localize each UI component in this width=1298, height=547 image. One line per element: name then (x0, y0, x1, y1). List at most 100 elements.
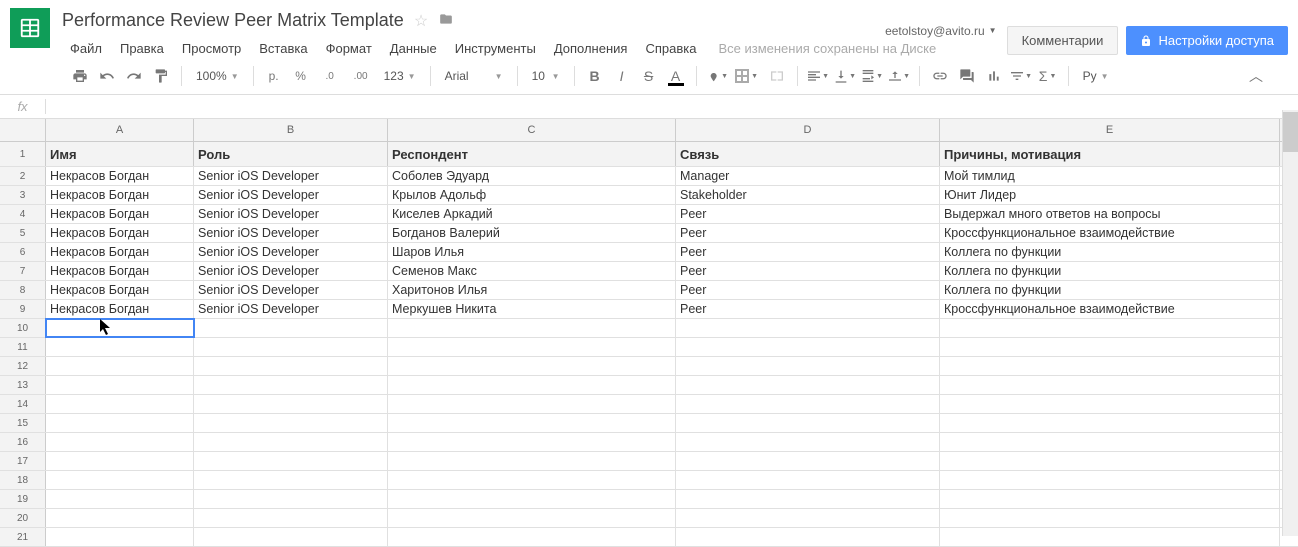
folder-icon[interactable] (438, 10, 454, 31)
cell[interactable] (940, 452, 1280, 470)
italic-button[interactable]: I (610, 64, 634, 88)
cell[interactable] (940, 338, 1280, 356)
collapse-toolbar-icon[interactable]: ︿ (1244, 64, 1268, 88)
percent-button[interactable]: % (289, 64, 313, 88)
cell[interactable] (194, 433, 388, 451)
zoom-dropdown[interactable]: 100%▼ (190, 64, 245, 88)
comments-button[interactable]: Комментарии (1007, 26, 1119, 55)
cell[interactable] (940, 490, 1280, 508)
cell[interactable] (46, 528, 194, 546)
cell[interactable] (46, 357, 194, 375)
cell[interactable] (388, 319, 676, 337)
cell[interactable]: Peer (676, 281, 940, 299)
cell[interactable] (388, 509, 676, 527)
cell[interactable] (194, 490, 388, 508)
input-language-dropdown[interactable]: Ру▼ (1077, 64, 1115, 88)
menu-format[interactable]: Формат (318, 37, 380, 60)
table-row[interactable]: 2Некрасов БогданSenior iOS DeveloperСобо… (0, 167, 1298, 186)
cell[interactable] (940, 376, 1280, 394)
cell[interactable]: Некрасов Богдан (46, 300, 194, 318)
cell[interactable] (194, 452, 388, 470)
table-row[interactable]: 20 (0, 509, 1298, 528)
cell[interactable] (388, 376, 676, 394)
insert-chart-icon[interactable] (982, 64, 1006, 88)
cell[interactable]: Stakeholder (676, 186, 940, 204)
cell[interactable] (46, 509, 194, 527)
cell[interactable] (46, 433, 194, 451)
cell[interactable] (676, 376, 940, 394)
table-row[interactable]: 9Некрасов БогданSenior iOS DeveloperМерк… (0, 300, 1298, 319)
cell[interactable] (388, 414, 676, 432)
cell[interactable]: Роль (194, 142, 388, 166)
cell[interactable]: Peer (676, 224, 940, 242)
row-header[interactable]: 21 (0, 528, 46, 546)
vertical-scrollbar[interactable] (1282, 110, 1298, 536)
text-wrap-button[interactable]: ▼ (860, 64, 884, 88)
cell[interactable]: Коллега по функции (940, 281, 1280, 299)
increase-decimal-button[interactable]: .00 (347, 64, 375, 88)
paint-format-icon[interactable] (149, 64, 173, 88)
cell[interactable]: Меркушев Никита (388, 300, 676, 318)
vertical-align-button[interactable]: ▼ (833, 64, 857, 88)
cell[interactable] (46, 338, 194, 356)
row-header[interactable]: 5 (0, 224, 46, 242)
cell[interactable] (676, 528, 940, 546)
spreadsheet-grid[interactable]: A B C D E 1ИмяРольРеспондентСвязьПричины… (0, 119, 1298, 547)
cell[interactable]: Senior iOS Developer (194, 262, 388, 280)
cell[interactable]: Харитонов Илья (388, 281, 676, 299)
row-header[interactable]: 4 (0, 205, 46, 223)
cell[interactable] (676, 471, 940, 489)
menu-help[interactable]: Справка (637, 37, 704, 60)
cell[interactable] (676, 357, 940, 375)
cell[interactable] (46, 376, 194, 394)
menu-insert[interactable]: Вставка (251, 37, 315, 60)
cell[interactable] (388, 471, 676, 489)
cell[interactable]: Коллега по функции (940, 243, 1280, 261)
cell[interactable]: Причины, мотивация (940, 142, 1280, 166)
cell[interactable]: Senior iOS Developer (194, 281, 388, 299)
table-row[interactable]: 11 (0, 338, 1298, 357)
row-header[interactable]: 15 (0, 414, 46, 432)
menu-view[interactable]: Просмотр (174, 37, 249, 60)
cell[interactable]: Senior iOS Developer (194, 243, 388, 261)
cell[interactable]: Юнит Лидер (940, 186, 1280, 204)
cell[interactable]: Коллега по функции (940, 262, 1280, 280)
cell[interactable] (940, 395, 1280, 413)
cell[interactable] (194, 376, 388, 394)
cell[interactable]: Некрасов Богдан (46, 262, 194, 280)
cell[interactable] (194, 395, 388, 413)
table-row[interactable]: 4Некрасов БогданSenior iOS DeveloperКисе… (0, 205, 1298, 224)
cell[interactable] (676, 319, 940, 337)
table-row[interactable]: 3Некрасов БогданSenior iOS DeveloperКрыл… (0, 186, 1298, 205)
cell[interactable] (940, 509, 1280, 527)
cell[interactable]: Senior iOS Developer (194, 205, 388, 223)
number-format-dropdown[interactable]: 123▼ (378, 64, 422, 88)
cell[interactable]: Соболев Эдуард (388, 167, 676, 185)
cell[interactable]: Некрасов Богдан (46, 224, 194, 242)
cell[interactable]: Выдержал много ответов на вопросы (940, 205, 1280, 223)
cell[interactable]: Семенов Макс (388, 262, 676, 280)
column-header-D[interactable]: D (676, 119, 940, 141)
cell[interactable] (194, 338, 388, 356)
borders-button[interactable]: ▼ (732, 64, 762, 88)
cell[interactable] (388, 490, 676, 508)
undo-icon[interactable] (95, 64, 119, 88)
cell[interactable] (940, 357, 1280, 375)
row-header[interactable]: 8 (0, 281, 46, 299)
table-row[interactable]: 18 (0, 471, 1298, 490)
currency-button[interactable]: р. (262, 64, 286, 88)
menu-data[interactable]: Данные (382, 37, 445, 60)
select-all-corner[interactable] (0, 119, 46, 141)
cell[interactable] (388, 395, 676, 413)
cell[interactable] (388, 452, 676, 470)
table-row[interactable]: 12 (0, 357, 1298, 376)
cell[interactable]: Некрасов Богдан (46, 243, 194, 261)
cell[interactable] (676, 490, 940, 508)
table-row[interactable]: 1ИмяРольРеспондентСвязьПричины, мотиваци… (0, 142, 1298, 167)
cell[interactable] (194, 357, 388, 375)
cell[interactable] (194, 509, 388, 527)
cell[interactable] (940, 414, 1280, 432)
row-header[interactable]: 3 (0, 186, 46, 204)
row-header[interactable]: 10 (0, 319, 46, 337)
column-header-B[interactable]: B (194, 119, 388, 141)
